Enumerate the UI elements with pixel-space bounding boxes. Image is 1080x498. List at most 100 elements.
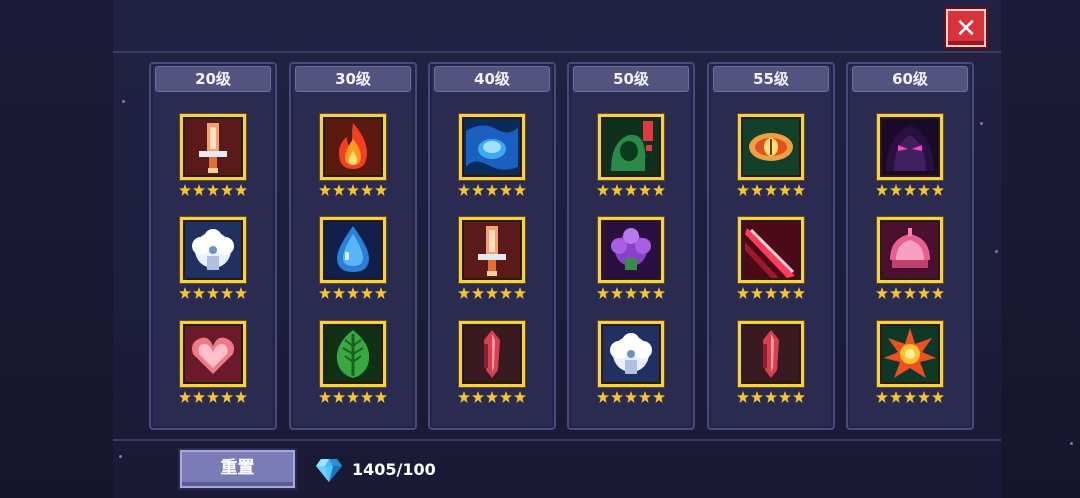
level-column: 50级 [567, 62, 695, 430]
star-rating [458, 184, 526, 196]
level-header: 50级 [573, 66, 689, 92]
reset-button[interactable]: 重置 [180, 450, 295, 488]
star-icon [235, 391, 247, 403]
level-header: 40级 [434, 66, 550, 92]
star-icon [625, 287, 637, 299]
star-icon [361, 391, 373, 403]
skill-slot[interactable] [319, 114, 387, 198]
star-icon [751, 184, 763, 196]
star-rating [737, 287, 805, 299]
star-icon [904, 391, 916, 403]
sparkle-dot [1070, 442, 1073, 445]
reset-button-label: 重置 [220, 458, 255, 478]
star-icon [765, 184, 777, 196]
star-icon [639, 184, 651, 196]
star-icon [514, 184, 526, 196]
star-rating [737, 391, 805, 403]
star-icon [207, 287, 219, 299]
star-icon [375, 287, 387, 299]
star-icon [486, 391, 498, 403]
gem-count: 1405/100 [352, 460, 436, 479]
star-icon [625, 184, 637, 196]
star-icon [472, 287, 484, 299]
star-icon [458, 184, 470, 196]
star-icon [221, 287, 233, 299]
level-header: 20级 [155, 66, 271, 92]
star-icon [904, 287, 916, 299]
star-icon [221, 391, 233, 403]
star-icon [779, 184, 791, 196]
skill-slot[interactable] [458, 217, 526, 301]
skill-slot[interactable] [179, 114, 247, 198]
star-icon [597, 184, 609, 196]
level-header: 30级 [295, 66, 411, 92]
skill-slot[interactable] [458, 114, 526, 198]
skill-slot[interactable] [458, 321, 526, 405]
star-icon [611, 391, 623, 403]
star-icon [793, 391, 805, 403]
star-icon [918, 287, 930, 299]
panel-bottom-divider [113, 439, 1001, 441]
sword-icon [180, 114, 246, 180]
skill-slot[interactable] [597, 321, 665, 405]
skill-slot[interactable] [876, 217, 944, 301]
level-column: 60级 [846, 62, 974, 430]
skill-slot[interactable] [737, 217, 805, 301]
blue-vortex-gem-icon [459, 114, 525, 180]
skill-slot[interactable] [179, 321, 247, 405]
star-icon [890, 184, 902, 196]
star-icon [458, 287, 470, 299]
star-icon [597, 287, 609, 299]
pink-shell-icon [877, 217, 943, 283]
star-icon [472, 184, 484, 196]
sun-burst-icon [877, 321, 943, 387]
sparkle-dot [980, 122, 983, 125]
star-icon [500, 184, 512, 196]
star-icon [207, 391, 219, 403]
star-icon [653, 287, 665, 299]
star-icon [319, 184, 331, 196]
star-icon [918, 391, 930, 403]
star-icon [876, 287, 888, 299]
skill-slot[interactable] [737, 321, 805, 405]
star-icon [472, 391, 484, 403]
star-icon [500, 287, 512, 299]
skill-slot[interactable] [179, 217, 247, 301]
star-icon [876, 184, 888, 196]
skill-slot[interactable] [597, 114, 665, 198]
star-rating [597, 287, 665, 299]
red-slash-icon [738, 217, 804, 283]
level-column: 30级 [289, 62, 417, 430]
star-icon [737, 287, 749, 299]
skill-slot[interactable] [876, 114, 944, 198]
star-rating [876, 287, 944, 299]
star-rating [597, 391, 665, 403]
star-icon [639, 391, 651, 403]
skill-slot[interactable] [319, 217, 387, 301]
star-icon [890, 391, 902, 403]
star-icon [765, 287, 777, 299]
star-icon [765, 391, 777, 403]
star-icon [932, 287, 944, 299]
star-icon [625, 391, 637, 403]
star-rating [876, 391, 944, 403]
skill-slot[interactable] [319, 321, 387, 405]
star-rating [458, 287, 526, 299]
star-icon [514, 391, 526, 403]
star-icon [918, 184, 930, 196]
sparkle-dot [119, 455, 122, 458]
star-icon [611, 184, 623, 196]
shadow-demon-icon [877, 114, 943, 180]
star-icon [904, 184, 916, 196]
star-icon [639, 287, 651, 299]
star-icon [653, 391, 665, 403]
star-icon [653, 184, 665, 196]
skill-slot[interactable] [597, 217, 665, 301]
star-icon [890, 287, 902, 299]
close-button[interactable]: ✕ [946, 9, 986, 47]
skill-slot[interactable] [737, 114, 805, 198]
star-icon [193, 287, 205, 299]
skill-slot[interactable] [876, 321, 944, 405]
star-rating [876, 184, 944, 196]
green-hooded-figure-icon [598, 114, 664, 180]
